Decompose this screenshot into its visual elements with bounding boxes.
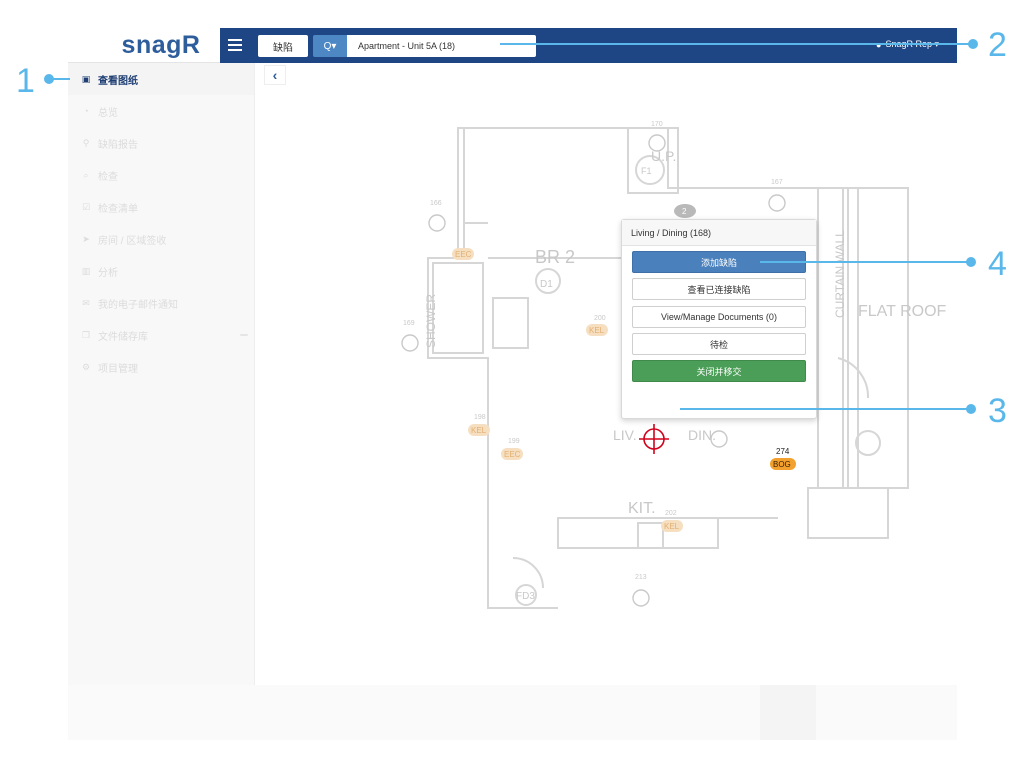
sidebar-item-8[interactable]: ❐ 文件储存库 <box>68 319 254 351</box>
svg-text:202: 202 <box>665 510 677 517</box>
view-connected-defects-button[interactable]: 查看已连接缺陷 <box>632 278 806 300</box>
search-input[interactable] <box>347 35 536 57</box>
popover-title: Living / Dining (168) <box>622 220 816 246</box>
svg-text:2: 2 <box>682 207 687 216</box>
sidebar-nav: ▣ 查看图纸 ◔ 总览 ⚲ 缺陷报告 ⌕ 检查 ☑ 检查清单 ➤ 房间 / 区域签收 ▥ 分析 ✉ 我的电子邮… <box>68 63 254 383</box>
callout-number-2: 2 <box>988 26 1007 64</box>
sidebar-item-2[interactable]: ⚲ 缺陷报告 <box>68 127 254 159</box>
image-icon: ▣ <box>81 73 91 84</box>
send-icon: ➤ <box>82 233 90 244</box>
sidebar-item-label: 检查清单 <box>98 203 138 215</box>
sidebar-item-label: 房间 / 区域签收 <box>98 235 167 247</box>
close-and-handover-button[interactable]: 关闭并移交 <box>632 360 806 382</box>
sidebar-item-label: 缺陷报告 <box>98 139 138 151</box>
sidebar: snagR ▣ 查看图纸 ◔ 总览 ⚲ 缺陷报告 ⌕ 检查 ☑ 检查清单 ➤ 房间 / 区域签收 ▥ 分析… <box>68 28 255 740</box>
floor-plan[interactable]: BR 2 U.P. FLAT ROOF LIV. DIN. KIT. D1 FD… <box>258 58 957 678</box>
svg-text:FD3: FD3 <box>516 591 535 602</box>
svg-text:FLAT ROOF: FLAT ROOF <box>858 303 947 320</box>
sidebar-item-5[interactable]: ➤ 房间 / 区域签收 <box>68 223 254 255</box>
svg-text:199: 199 <box>508 438 520 445</box>
sidebar-item-0[interactable]: ▣ 查看图纸 <box>68 63 254 95</box>
sidebar-item-7[interactable]: ✉ 我的电子邮件通知 <box>68 287 254 319</box>
type-selector-button[interactable]: 缺陷 <box>258 35 308 57</box>
checklist-icon: ☑ <box>81 201 91 212</box>
sidebar-item-label: 检查 <box>98 171 118 183</box>
svg-text:198: 198 <box>474 414 486 421</box>
svg-text:EEC: EEC <box>455 250 472 259</box>
callout-line-2 <box>500 43 970 45</box>
svg-text:KEL: KEL <box>664 522 680 531</box>
search-icon: ⌕ <box>83 169 89 180</box>
svg-text:213: 213 <box>635 574 647 581</box>
sidebar-item-3[interactable]: ⌕ 检查 <box>68 159 254 191</box>
svg-text:D1: D1 <box>540 279 553 290</box>
svg-text:200: 200 <box>594 315 606 322</box>
svg-text:166: 166 <box>430 200 442 207</box>
callout-number-1: 1 <box>16 62 35 100</box>
manage-documents-button[interactable]: View/Manage Documents (0) <box>632 306 806 328</box>
bottom-toolbar <box>68 685 957 740</box>
files-icon: ❐ <box>81 329 91 340</box>
floor-plan-drawing: BR 2 U.P. FLAT ROOF LIV. DIN. KIT. D1 FD… <box>401 121 947 609</box>
svg-text:KIT.: KIT. <box>628 500 656 517</box>
svg-text:KEL: KEL <box>471 426 487 435</box>
sidebar-item-label: 我的电子邮件通知 <box>98 299 178 311</box>
callout-line-1 <box>50 78 70 80</box>
callout-line-4 <box>760 261 968 263</box>
map-marker-icon: ⚲ <box>82 137 90 148</box>
new-badge <box>240 334 248 336</box>
location-popover: Living / Dining (168) 添加缺陷 查看已连接缺陷 View/… <box>621 219 817 419</box>
sidebar-item-label: 总览 <box>98 107 118 119</box>
logo-text: snagR <box>121 30 201 59</box>
callout-line-3 <box>680 408 968 410</box>
toolbar-block[interactable] <box>760 685 816 740</box>
cogs-icon: ⚙ <box>81 361 91 372</box>
svg-text:CURTAIN WALL: CURTAIN WALL <box>833 230 847 318</box>
svg-text:SHOWER: SHOWER <box>424 294 438 348</box>
svg-text:EEC: EEC <box>504 450 521 459</box>
room-label-br2: BR 2 <box>535 247 575 267</box>
sidebar-item-1[interactable]: ◔ 总览 <box>68 95 254 127</box>
svg-text:LIV.: LIV. <box>613 427 637 443</box>
callout-number-4: 4 <box>988 245 1007 283</box>
svg-text:169: 169 <box>403 320 415 327</box>
app-window: snagR ▣ 查看图纸 ◔ 总览 ⚲ 缺陷报告 ⌕ 检查 ☑ 检查清单 ➤ 房间 / 区域签收 ▥ 分析… <box>68 28 957 740</box>
envelope-icon: ✉ <box>82 297 90 308</box>
svg-text:KEL: KEL <box>589 326 605 335</box>
sidebar-item-4[interactable]: ☑ 检查清单 <box>68 191 254 223</box>
sidebar-item-label: 项目管理 <box>98 363 138 375</box>
sidebar-item-label: 分析 <box>98 267 118 279</box>
sidebar-item-9[interactable]: ⚙ 项目管理 <box>68 351 254 383</box>
dashboard-icon: ◔ <box>83 106 89 116</box>
bar-chart-icon: ▥ <box>81 265 91 276</box>
search-dropdown-button[interactable]: Q▾ <box>313 35 347 57</box>
svg-text:170: 170 <box>651 121 663 128</box>
svg-text:274: 274 <box>776 447 790 456</box>
selected-location-target-icon <box>639 424 669 454</box>
callout-number-3: 3 <box>988 392 1007 430</box>
svg-text:F1: F1 <box>641 166 652 176</box>
sidebar-item-6[interactable]: ▥ 分析 <box>68 255 254 287</box>
hamburger-menu-icon[interactable] <box>228 39 242 51</box>
svg-text:BOG: BOG <box>773 460 791 469</box>
svg-text:167: 167 <box>771 179 783 186</box>
sidebar-item-label: 文件储存库 <box>98 331 148 343</box>
sidebar-item-label: 查看图纸 <box>98 75 138 87</box>
pending-inspection-button[interactable]: 待检 <box>632 333 806 355</box>
